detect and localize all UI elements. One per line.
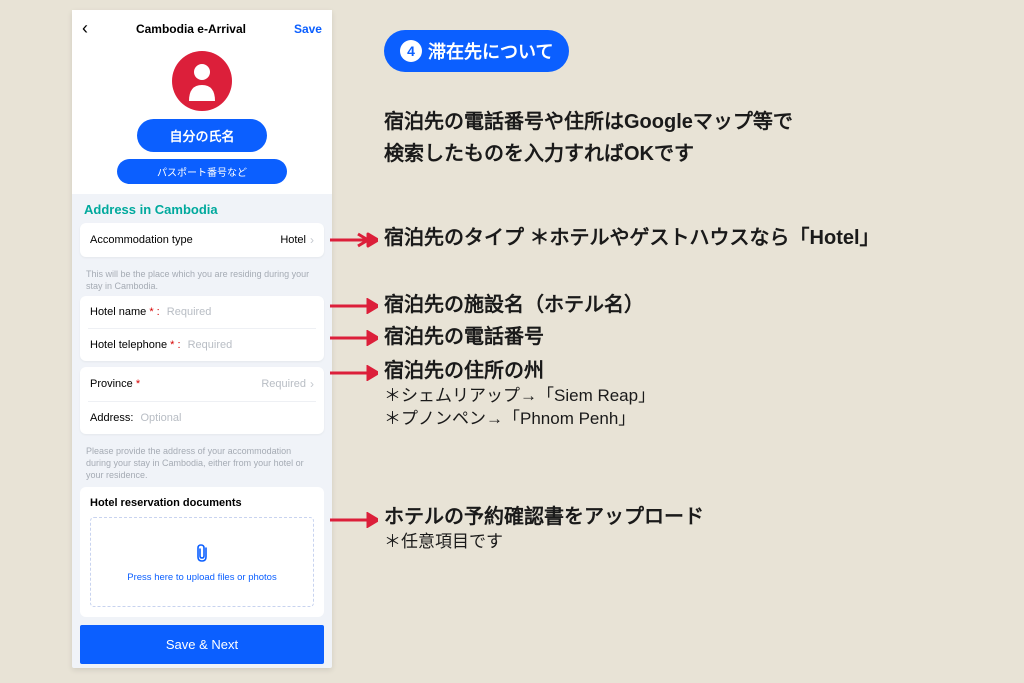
hotel-fields-card: Hotel name * : Required Hotel telephone … (80, 296, 324, 361)
save-button[interactable]: Save (294, 22, 322, 36)
app-title: Cambodia e-Arrival (136, 22, 246, 36)
chevron-right-icon: › (310, 377, 314, 391)
profile-block: 自分の氏名 パスポート番号など (72, 45, 332, 194)
province-row[interactable]: Province * Required › (80, 367, 324, 401)
hotel-name-row[interactable]: Hotel name * : Required (80, 296, 324, 328)
badge-number: 4 (400, 40, 422, 62)
arrow-icon (330, 512, 378, 528)
hotel-tel-placeholder: Required (188, 339, 233, 351)
hotel-tel-row[interactable]: Hotel telephone * : Required (80, 329, 324, 361)
address-helper: Please provide the address of your accom… (72, 440, 332, 485)
back-icon[interactable]: ‹ (82, 18, 88, 39)
annotation-hotel-name: 宿泊先の施設名（ホテル名） (384, 292, 644, 319)
save-next-button[interactable]: Save & Next (80, 625, 324, 664)
address-label: Address: (90, 412, 133, 424)
name-pill: 自分の氏名 (137, 119, 266, 152)
intro-text: 宿泊先の電話番号や住所はGoogleマップ等で 検索したものを入力すればOKです (384, 106, 793, 170)
accommodation-type-row[interactable]: Accommodation type Hotel › (80, 223, 324, 257)
address-placeholder: Optional (140, 412, 181, 424)
province-placeholder: Required (261, 378, 306, 390)
upload-text: Press here to upload files or photos (127, 572, 276, 583)
arrow-icon (330, 232, 378, 248)
annotation-accommodation-type: 宿泊先のタイプ ＊ホテルやゲストハウスなら「Hotel」 (384, 225, 880, 252)
attachment-icon (192, 542, 212, 564)
accommodation-type-label: Accommodation type (90, 234, 193, 246)
accommodation-type-value: Hotel (280, 234, 306, 246)
province-label: Province (90, 378, 133, 390)
passport-pill: パスポート番号など (117, 159, 287, 184)
province-address-card: Province * Required › Address: Optional (80, 367, 324, 434)
hotel-name-label: Hotel name (90, 306, 146, 318)
section-title: Address in Cambodia (72, 194, 332, 223)
arrow-icon (330, 365, 378, 381)
arrow-icon (330, 298, 378, 314)
upload-box[interactable]: Press here to upload files or photos (90, 517, 314, 607)
upload-title: Hotel reservation documents (90, 497, 314, 509)
person-icon (185, 61, 219, 101)
arrow-icon (330, 330, 378, 346)
hotel-tel-label: Hotel telephone (90, 339, 167, 351)
app-header: ‹ Cambodia e-Arrival Save (72, 10, 332, 45)
section-badge: 4 滞在先について (384, 30, 569, 72)
accommodation-card: Accommodation type Hotel › (80, 223, 324, 257)
annotation-hotel-tel: 宿泊先の電話番号 (384, 324, 544, 351)
address-row[interactable]: Address: Optional (80, 402, 324, 434)
badge-title: 滞在先について (428, 38, 553, 64)
hotel-name-placeholder: Required (167, 306, 212, 318)
avatar (172, 51, 232, 111)
chevron-right-icon: › (310, 233, 314, 247)
upload-card: Hotel reservation documents Press here t… (80, 487, 324, 617)
phone-screenshot: ‹ Cambodia e-Arrival Save 自分の氏名 パスポート番号な… (72, 10, 332, 668)
annotation-province: 宿泊先の住所の州 ＊シェムリアップ→「Siem Reap」 ＊プノンペン→「Ph… (384, 358, 655, 431)
annotation-upload: ホテルの予約確認書をアップロード ＊任意項目です (384, 504, 704, 554)
accommodation-helper: This will be the place which you are res… (72, 263, 332, 296)
